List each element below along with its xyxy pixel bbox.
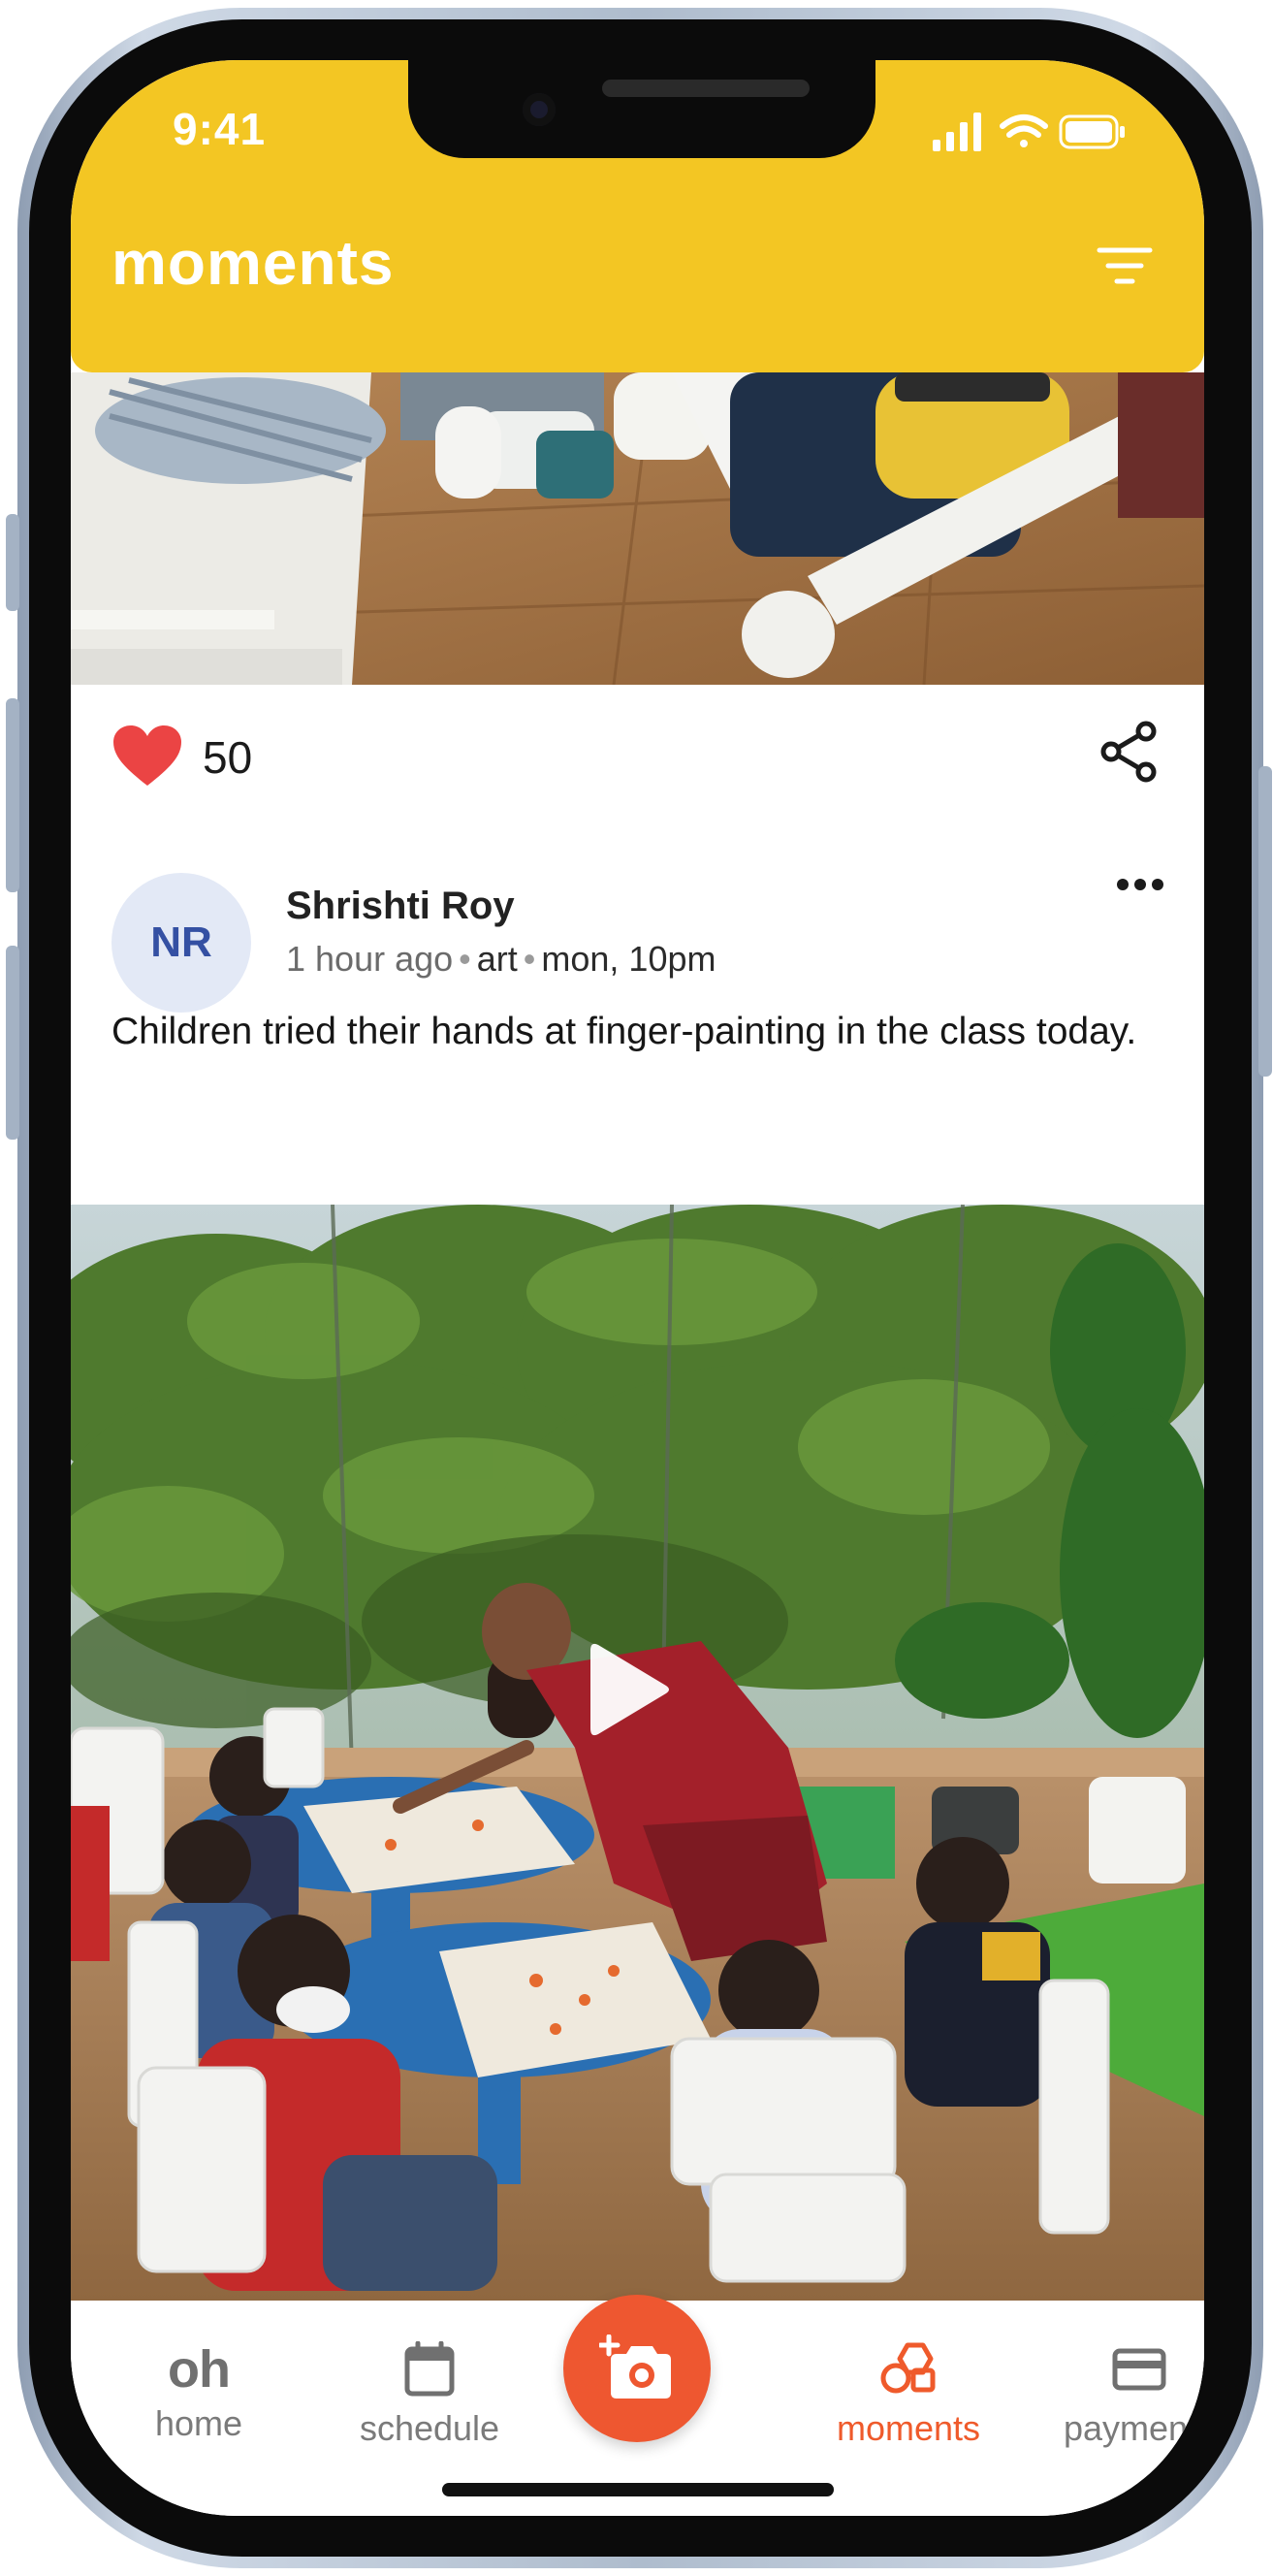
post-header: NR Shrishti Roy 1 hour ago • art • mon, 10pm… [71, 830, 1204, 1121]
oh-logo: oh [168, 2340, 231, 2399]
add-moment-button[interactable] [563, 2295, 711, 2442]
meta-separator: • [523, 939, 536, 979]
nav-schedule[interactable]: schedule [333, 2340, 526, 2449]
play-icon [590, 1643, 669, 1736]
front-camera [523, 93, 556, 126]
nav-label-schedule: schedule [359, 2408, 500, 2448]
play-button[interactable] [565, 1631, 682, 1748]
like-count: 50 [203, 732, 253, 783]
nav-moments[interactable]: moments [812, 2341, 1005, 2449]
home-indicator [442, 2483, 834, 2496]
mute-switch [6, 514, 19, 611]
wifi-icon [1000, 114, 1048, 147]
notch [408, 60, 875, 158]
post-when: mon, 10pm [541, 939, 716, 979]
filter-icon [1097, 247, 1153, 284]
post-actions: 50 [71, 685, 1204, 830]
previous-post-photo[interactable] [71, 372, 1204, 685]
add-photo-icon [599, 2334, 671, 2399]
nav-label-moments: moments [836, 2408, 981, 2448]
avatar[interactable]: NR [111, 873, 251, 1013]
nav-label-payments: payments [1063, 2408, 1204, 2448]
app-screen: 9:41 moments 50 NR Shrishti Roy 1 hour a… [71, 60, 1204, 2516]
post-caption: Children tried their hands at finger-pai… [111, 1011, 1137, 1052]
page-title: moments [111, 228, 395, 298]
post-meta: 1 hour ago • art • mon, 10pm [286, 939, 716, 980]
post-video[interactable] [71, 1205, 1204, 2301]
filter-button[interactable] [1096, 242, 1154, 291]
card-icon [1112, 2348, 1166, 2391]
more-dots-icon [1117, 879, 1163, 890]
nav-payments[interactable]: payments [1042, 2341, 1204, 2449]
status-time: 9:41 [173, 104, 267, 154]
volume-up-button [6, 698, 19, 892]
status-icons [933, 111, 1127, 158]
more-options-button[interactable] [1105, 865, 1175, 904]
volume-down-button [6, 946, 19, 1140]
post-time: 1 hour ago [286, 939, 454, 979]
share-button[interactable] [1098, 720, 1162, 784]
nav-label-home: home [154, 2403, 243, 2443]
heart-icon [113, 725, 181, 786]
nav-home[interactable]: oh home [102, 2341, 296, 2444]
earpiece-speaker [602, 80, 810, 97]
post-tag[interactable]: art [477, 939, 518, 979]
moments-icon [880, 2342, 936, 2394]
power-button [1258, 766, 1272, 1077]
battery-icon [1059, 114, 1125, 149]
calendar-icon [404, 2340, 455, 2397]
signal-icon [933, 113, 981, 151]
like-button[interactable] [111, 724, 183, 788]
share-icon [1100, 721, 1157, 783]
author-name[interactable]: Shrishti Roy [286, 885, 515, 928]
meta-separator: • [459, 939, 471, 979]
